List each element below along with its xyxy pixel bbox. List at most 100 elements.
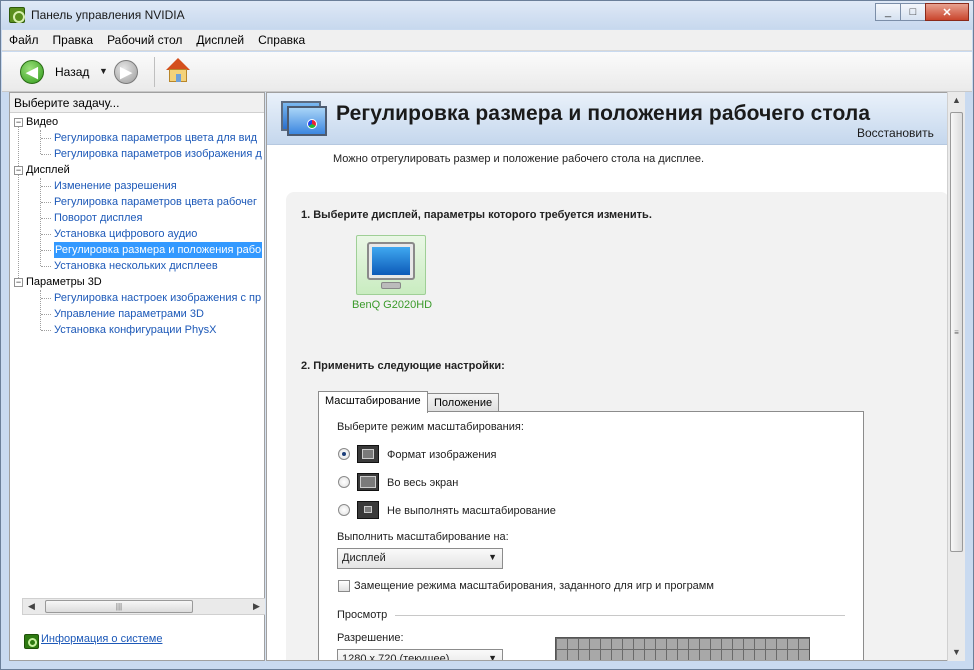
step2-heading: 2. Применить следующие настройки: <box>301 360 505 372</box>
tree-item-3d-image-settings[interactable]: Регулировка настроек изображения с пр <box>54 290 261 306</box>
tree-item-digital-audio[interactable]: Установка цифрового аудио <box>54 226 197 242</box>
scroll-up-icon[interactable]: ▲ <box>948 92 965 109</box>
nvidia-control-panel-window: Панель управления NVIDIA _ □ ✕ Файл Прав… <box>0 0 974 670</box>
tree-item-rotate-display[interactable]: Поворот дисплея <box>54 210 142 226</box>
tree-category-3d[interactable]: Параметры 3D <box>26 274 102 290</box>
radio-aspect-ratio[interactable] <box>338 448 350 460</box>
minimize-button[interactable]: _ <box>875 3 901 21</box>
tree-line <box>40 178 41 266</box>
scroll-down-icon[interactable]: ▼ <box>948 644 965 661</box>
content-vertical-scrollbar[interactable]: ▲ ≡ ▼ <box>947 92 965 661</box>
toolbar: ◀ Назад ▼ ▶ <box>2 52 972 92</box>
page-banner: Регулировка размера и положения рабочего… <box>267 93 949 145</box>
task-pane-header: Выберите задачу... <box>10 93 264 113</box>
perform-scaling-on-label: Выполнить масштабирование на: <box>337 531 509 543</box>
tree-item-multiple-displays[interactable]: Установка нескольких дисплеев <box>54 258 218 274</box>
tree-item-desktop-color[interactable]: Регулировка параметров цвета рабочег <box>54 194 257 210</box>
menu-help[interactable]: Справка <box>251 33 312 47</box>
tree-line <box>41 314 51 315</box>
no-scaling-icon-inner <box>364 506 372 513</box>
radio-no-scaling[interactable] <box>338 504 350 516</box>
tree-line <box>41 330 51 331</box>
tree-item-video-color[interactable]: Регулировка параметров цвета для вид <box>54 130 257 146</box>
toolbar-separator <box>154 57 155 87</box>
monitor-icon <box>367 242 415 280</box>
collapse-display-icon[interactable]: − <box>14 166 23 175</box>
tree-item-physx[interactable]: Установка конфигурации PhysX <box>54 322 216 338</box>
tree-item-manage-3d[interactable]: Управление параметрами 3D <box>54 306 204 322</box>
monitor-stand <box>381 282 401 289</box>
scroll-right-icon[interactable]: ▶ <box>248 599 265 614</box>
chevron-down-icon: ▼ <box>488 552 497 562</box>
radio-no-scaling-label[interactable]: Не выполнять масштабирование <box>387 505 556 517</box>
arrow-left-icon[interactable]: ◀ <box>20 60 44 84</box>
resolution-select[interactable]: 1280 x 720 (текущее) ▼ <box>337 649 503 661</box>
page-description: Можно отрегулировать размер и положение … <box>333 153 705 165</box>
no-scaling-icon <box>357 501 379 519</box>
scaling-mode-label: Выберите режим масштабирования: <box>337 421 524 433</box>
menu-desktop[interactable]: Рабочий стол <box>100 33 189 47</box>
task-tree[interactable]: − Видео Регулировка параметров цвета для… <box>10 114 264 600</box>
perform-scaling-on-select[interactable]: Дисплей ▼ <box>337 548 503 569</box>
page-title: Регулировка размера и положения рабочего… <box>336 102 871 125</box>
tree-item-desktop-size-position[interactable]: Регулировка размера и положения рабо <box>54 242 262 258</box>
radio-full-screen-label[interactable]: Во весь экран <box>387 477 458 489</box>
monitor-screen <box>372 247 410 275</box>
display-selector[interactable] <box>356 235 426 295</box>
preview-image <box>555 637 810 660</box>
restore-defaults-link[interactable]: Восстановить <box>857 126 934 140</box>
menu-file[interactable]: Файл <box>2 33 46 47</box>
menu-bar: Файл Правка Рабочий стол Дисплей Справка <box>2 30 972 51</box>
tab-scaling[interactable]: Масштабирование <box>318 391 428 413</box>
override-scaling-checkbox[interactable] <box>338 580 350 592</box>
window-controls: _ □ ✕ <box>875 3 969 21</box>
tree-category-display[interactable]: Дисплей <box>26 162 70 178</box>
override-scaling-label[interactable]: Замещение режима масштабирования, заданн… <box>354 580 714 592</box>
radio-aspect-ratio-label[interactable]: Формат изображения <box>387 449 497 461</box>
full-screen-icon <box>357 473 379 491</box>
close-button[interactable]: ✕ <box>925 3 969 21</box>
resolution-value: 1280 x 720 (текущее) <box>342 653 450 661</box>
scrollbar-thumb[interactable]: ≡ <box>950 112 963 552</box>
tree-item-change-resolution[interactable]: Изменение разрешения <box>54 178 177 194</box>
chevron-down-icon: ▼ <box>488 653 497 661</box>
step1-heading: 1. Выберите дисплей, параметры которого … <box>301 209 652 221</box>
tree-line <box>41 234 51 235</box>
tree-line <box>41 250 51 251</box>
system-info-link[interactable]: Информация о системе <box>41 633 162 645</box>
color-dot <box>307 119 317 129</box>
display-name[interactable]: BenQ G2020HD <box>352 299 432 311</box>
arrow-right-icon[interactable]: ▶ <box>114 60 138 84</box>
system-info-icon <box>24 634 39 649</box>
scrollbar-thumb[interactable]: ||| <box>45 600 193 613</box>
scroll-left-icon[interactable]: ◀ <box>23 599 40 614</box>
tree-horizontal-scrollbar[interactable]: ◀ ||| ▶ <box>22 598 266 615</box>
tree-line <box>18 122 19 282</box>
preview-divider <box>395 615 845 616</box>
title-bar[interactable]: Панель управления NVIDIA _ □ ✕ <box>1 1 973 29</box>
nvidia-app-icon <box>9 7 25 23</box>
history-dropdown-icon[interactable]: ▼ <box>99 66 108 76</box>
radio-full-screen[interactable] <box>338 476 350 488</box>
resolution-label: Разрешение: <box>337 632 404 644</box>
menu-display[interactable]: Дисплей <box>189 33 251 47</box>
full-screen-icon-inner <box>360 476 376 488</box>
tree-line <box>40 290 41 330</box>
tab-position[interactable]: Положение <box>427 393 500 413</box>
tree-line <box>41 138 51 139</box>
task-pane: Выберите задачу... − Видео Регулировка п… <box>9 92 266 661</box>
maximize-button[interactable]: □ <box>900 3 926 21</box>
tree-item-video-image[interactable]: Регулировка параметров изображения д <box>54 146 262 162</box>
tree-line <box>40 130 41 154</box>
tree-line <box>41 266 51 267</box>
home-icon[interactable] <box>165 58 191 84</box>
tree-category-video[interactable]: Видео <box>26 114 58 130</box>
collapse-video-icon[interactable]: − <box>14 118 23 127</box>
window-title: Панель управления NVIDIA <box>31 8 185 22</box>
menu-edit[interactable]: Правка <box>46 33 101 47</box>
tree-line <box>41 154 51 155</box>
perform-scaling-on-value: Дисплей <box>342 552 386 564</box>
collapse-3d-icon[interactable]: − <box>14 278 23 287</box>
back-button-label[interactable]: Назад <box>55 65 89 79</box>
content-pane: Регулировка размера и положения рабочего… <box>266 92 965 661</box>
